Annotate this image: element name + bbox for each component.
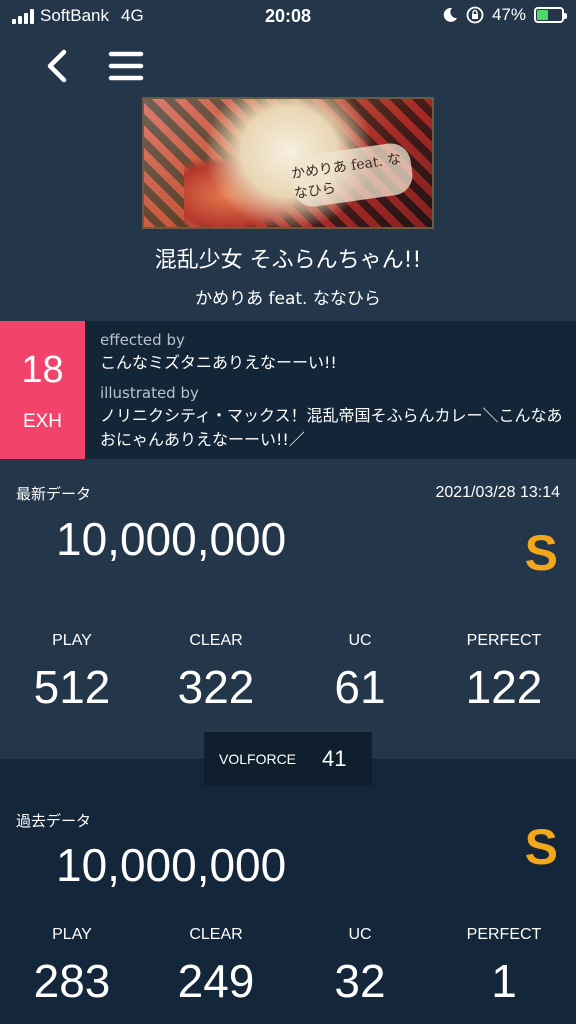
illustrator-name: ノリニクシティ・マックス！混乱帝国そふらんカレー＼こんなあおにゃんありえなーーい… [100, 406, 563, 449]
latest-data-label: 最新データ [16, 485, 92, 503]
effector-label: effected by [100, 331, 185, 349]
song-title: 混乱少女 そふらんちゃん!! [154, 248, 422, 273]
latest-stats: PLAY 512 CLEAR 322 UC 61 PERFECT 122 [0, 632, 576, 714]
battery-percent: 47% [491, 5, 526, 24]
stat-label: CLEAR [189, 632, 243, 649]
song-jacket-image: かめりあ feat. ななひら [142, 97, 434, 229]
stat-value: 283 [33, 955, 111, 1007]
stat-label: CLEAR [189, 926, 243, 943]
difficulty-name: EXH [22, 411, 63, 432]
latest-grade: S [524, 525, 558, 581]
past-data-label: 過去データ [16, 812, 92, 830]
rotation-lock-icon [466, 6, 484, 24]
difficulty-badge: 18 EXH [0, 321, 85, 459]
volforce-value: 41 [322, 746, 347, 771]
past-grade: S [524, 819, 558, 875]
stat-value: 249 [177, 955, 255, 1007]
stat-label: PLAY [52, 926, 92, 943]
latest-score: 10,000,000 [56, 513, 287, 565]
hamburger-menu-icon [108, 51, 144, 81]
stat-value: 1 [491, 955, 517, 1007]
stat-clear: CLEAR 322 [144, 632, 288, 714]
moon-icon [443, 7, 457, 22]
stat-perfect: PERFECT 122 [432, 632, 576, 714]
menu-button[interactable] [106, 46, 146, 86]
stat-value: 512 [33, 661, 111, 713]
stat-uc: UC 32 [288, 926, 432, 1008]
stat-clear: CLEAR 249 [144, 926, 288, 1008]
stat-uc: UC 61 [288, 632, 432, 714]
stat-play: PLAY 512 [0, 632, 144, 714]
stat-value: 322 [177, 661, 255, 713]
stat-value: 122 [465, 661, 543, 713]
stat-label: PERFECT [466, 632, 542, 649]
past-stats: PLAY 283 CLEAR 249 UC 32 PERFECT 1 [0, 926, 576, 1008]
status-bar: SoftBank 4G 20:08 47% [0, 0, 576, 34]
battery-icon [534, 7, 567, 23]
difficulty-level: 18 [21, 349, 64, 391]
back-button[interactable] [40, 46, 76, 86]
song-artist: かめりあ feat. ななひら [195, 289, 381, 309]
stat-label: PLAY [52, 632, 92, 649]
stat-value: 61 [334, 661, 386, 713]
volforce-label: VOLFORCE [219, 751, 297, 767]
past-score: 10,000,000 [56, 839, 287, 891]
stat-value: 32 [334, 955, 386, 1007]
stat-perfect: PERFECT 1 [432, 926, 576, 1008]
chevron-left-icon [47, 49, 67, 83]
stat-label: UC [348, 926, 372, 943]
status-right: 47% [442, 5, 567, 25]
stat-label: PERFECT [466, 926, 542, 943]
stat-play: PLAY 283 [0, 926, 144, 1008]
latest-timestamp: 2021/03/28 13:14 [435, 484, 560, 501]
effector-name: こんなミズタニありえなーーい!! [100, 353, 337, 372]
difficulty-panel: 18 EXH effected by こんなミズタニありえなーーい!! illu… [0, 321, 576, 459]
illustrator-label: illustrated by [100, 384, 199, 402]
stat-label: UC [348, 632, 372, 649]
volforce-badge: VOLFORCE 41 [204, 732, 372, 786]
